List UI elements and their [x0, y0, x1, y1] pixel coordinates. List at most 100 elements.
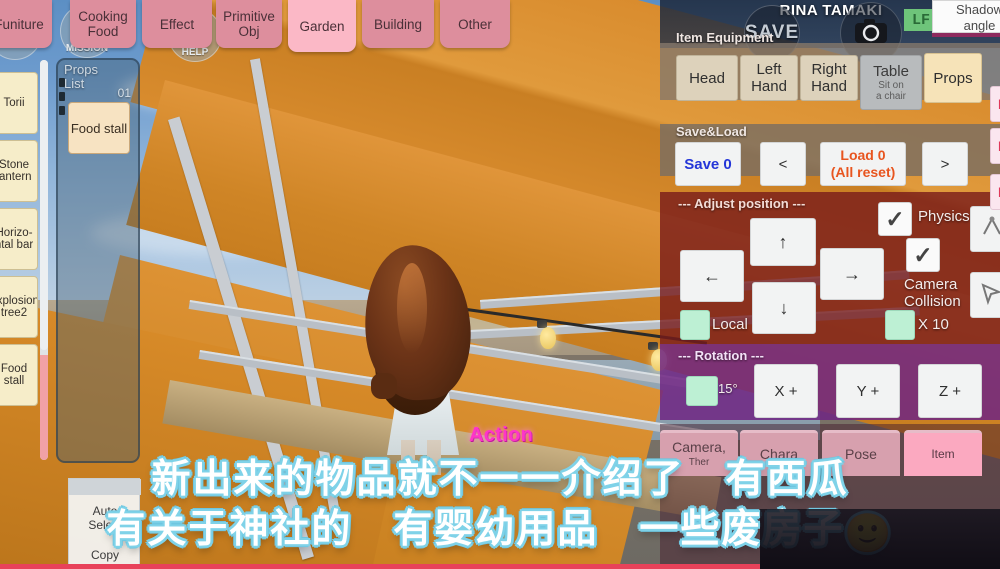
bottom-right-vignette	[760, 509, 1000, 569]
action-label[interactable]: Action	[469, 424, 533, 447]
rotate-y-button[interactable]: Y +	[836, 364, 900, 418]
adjust-position-title: --- Adjust position ---	[678, 196, 806, 211]
move-up-button[interactable]: ↑	[750, 218, 816, 266]
shadow-angle-box[interactable]: Shadow angle 0	[932, 0, 1000, 33]
list-item[interactable]: Food stall	[0, 344, 38, 406]
move-down-button[interactable]: ↓	[752, 282, 816, 334]
list-item-label: Explosion tree2	[0, 294, 38, 320]
edge-button-3[interactable]: R	[990, 174, 1000, 210]
select-label: Select	[88, 518, 122, 532]
object-list[interactable]: Torii Stone lantern Horizo-ntal bar Expl…	[0, 60, 40, 460]
load-slot-label: Load 0 (All reset)	[830, 147, 896, 180]
gizmo-rotate-button[interactable]	[970, 206, 1000, 252]
character-leg	[427, 440, 441, 475]
local-toggle[interactable]	[680, 310, 710, 340]
rotation-title: --- Rotation ---	[678, 348, 764, 363]
save-prev-label: <	[778, 155, 788, 173]
props-list-panel[interactable]: Props List 01 Food stall	[56, 58, 140, 463]
category-tab-cooking-food[interactable]: Cooking Food	[70, 0, 136, 48]
save-next-label: >	[940, 155, 950, 173]
equip-button-table[interactable]: Table Sit on a chair	[860, 55, 922, 110]
category-tab-effect[interactable]: Effect	[142, 0, 212, 48]
bottom-tab-item[interactable]: Item	[904, 430, 982, 476]
physics-label: Physics	[918, 208, 970, 225]
equip-button-label: Left Hand	[751, 61, 787, 95]
local-label: Local	[712, 316, 748, 333]
category-tab-other[interactable]: Other	[440, 0, 510, 48]
list-item[interactable]: Horizo-ntal bar	[0, 208, 38, 270]
load-slot-button[interactable]: Load 0 (All reset)	[820, 142, 906, 186]
category-tab-label: Garden	[299, 18, 345, 34]
rotation-step-toggle[interactable]	[686, 376, 718, 406]
category-tab-bar[interactable]: Funiture Cooking Food Effect Primitive O…	[0, 0, 520, 52]
scrollbar-thumb[interactable]	[40, 60, 48, 350]
props-list-index: 01	[117, 86, 131, 100]
auto-label: Auto	[92, 504, 118, 518]
edge-button-2[interactable]: R	[990, 128, 1000, 164]
physics-checkbox[interactable]: ✓	[878, 202, 912, 236]
rotate-z-button[interactable]: Z +	[918, 364, 982, 418]
save-slot-button[interactable]: Save 0	[675, 142, 741, 186]
move-down-label: ↓	[779, 297, 789, 318]
light-bulb	[540, 327, 556, 349]
props-item-food-stall[interactable]: Food stall	[68, 102, 130, 154]
list-item[interactable]: Explosion tree2	[0, 276, 38, 338]
object-list-scrollbar[interactable]	[40, 60, 48, 460]
rotation-step-label: 15°	[718, 381, 738, 396]
props-list-title: Props List	[64, 62, 98, 91]
progress-bar[interactable]	[0, 564, 760, 569]
move-left-label: ←	[703, 265, 721, 286]
equip-button-left-hand[interactable]: Left Hand	[740, 55, 798, 101]
equip-button-label: Head	[689, 69, 725, 87]
category-tab-furniture[interactable]: Funiture	[0, 0, 52, 48]
rotate-x-label: X +	[774, 382, 798, 400]
category-tab-label: Building	[373, 16, 423, 32]
equip-button-right-hand[interactable]: Right Hand	[800, 55, 858, 101]
scrollbar-track-lower[interactable]	[40, 355, 48, 460]
rotate-y-label: Y +	[856, 382, 880, 400]
move-gizmo-icon	[979, 280, 1000, 310]
category-tab-garden[interactable]: Garden	[288, 0, 356, 52]
category-tab-label: Effect	[159, 16, 195, 32]
auto-select-header	[69, 479, 141, 495]
move-right-button[interactable]: →	[820, 248, 884, 300]
bottom-tab-camera[interactable]: Camera, Ther	[660, 430, 738, 476]
list-item-label: Food stall	[0, 362, 28, 388]
gizmo-move-button[interactable]	[970, 272, 1000, 318]
camera-collision-checkbox[interactable]: ✓	[906, 238, 940, 272]
bottom-tab-sublabel: Ther	[688, 456, 710, 468]
item-editor-panel[interactable]: RINA TAMAKI SAVE LF Shadow angle 0 Item …	[660, 0, 1000, 569]
category-tab-label: Funiture	[0, 16, 44, 32]
bottom-tab-label: Item	[931, 447, 955, 461]
x10-toggle[interactable]	[885, 310, 915, 340]
equip-button-label: Right Hand	[811, 61, 847, 95]
shadow-angle-label: Shadow angle	[956, 2, 1000, 33]
save-slot-label: Save 0	[684, 155, 732, 173]
edge-button-1[interactable]: R	[990, 86, 1000, 122]
check-icon: ✓	[885, 205, 905, 232]
category-tab-primitive-obj[interactable]: Primitive Obj	[216, 0, 282, 48]
list-item-label: Stone lantern	[0, 158, 32, 184]
player-character[interactable]	[355, 241, 485, 475]
category-tab-label: Other	[458, 16, 492, 32]
auto-select-panel[interactable]: Auto Select Copy	[68, 478, 141, 569]
category-tab-label: Primitive Obj	[223, 9, 275, 39]
rotate-x-button[interactable]: X +	[754, 364, 818, 418]
save-next-button[interactable]: >	[922, 142, 968, 186]
character-arm	[371, 373, 397, 399]
save-prev-button[interactable]: <	[760, 142, 806, 186]
equip-button-head[interactable]: Head	[676, 55, 738, 101]
bottom-tab-pose[interactable]: Pose	[822, 430, 900, 476]
list-item[interactable]: Torii	[0, 72, 38, 134]
x10-label: X 10	[918, 316, 949, 333]
bottom-tab-chara[interactable]: Chara	[740, 430, 818, 476]
category-tab-label: Cooking Food	[78, 9, 128, 39]
list-item[interactable]: Stone lantern	[0, 140, 38, 202]
copy-button-label[interactable]: Copy	[69, 549, 141, 562]
save-load-title: Save&Load	[676, 124, 747, 139]
equip-button-props[interactable]: Props	[924, 53, 982, 103]
category-tab-building[interactable]: Building	[362, 0, 434, 48]
list-item-label: Horizo-ntal bar	[0, 226, 34, 252]
props-item-label: Food stall	[70, 120, 128, 136]
move-left-button[interactable]: ←	[680, 250, 744, 302]
